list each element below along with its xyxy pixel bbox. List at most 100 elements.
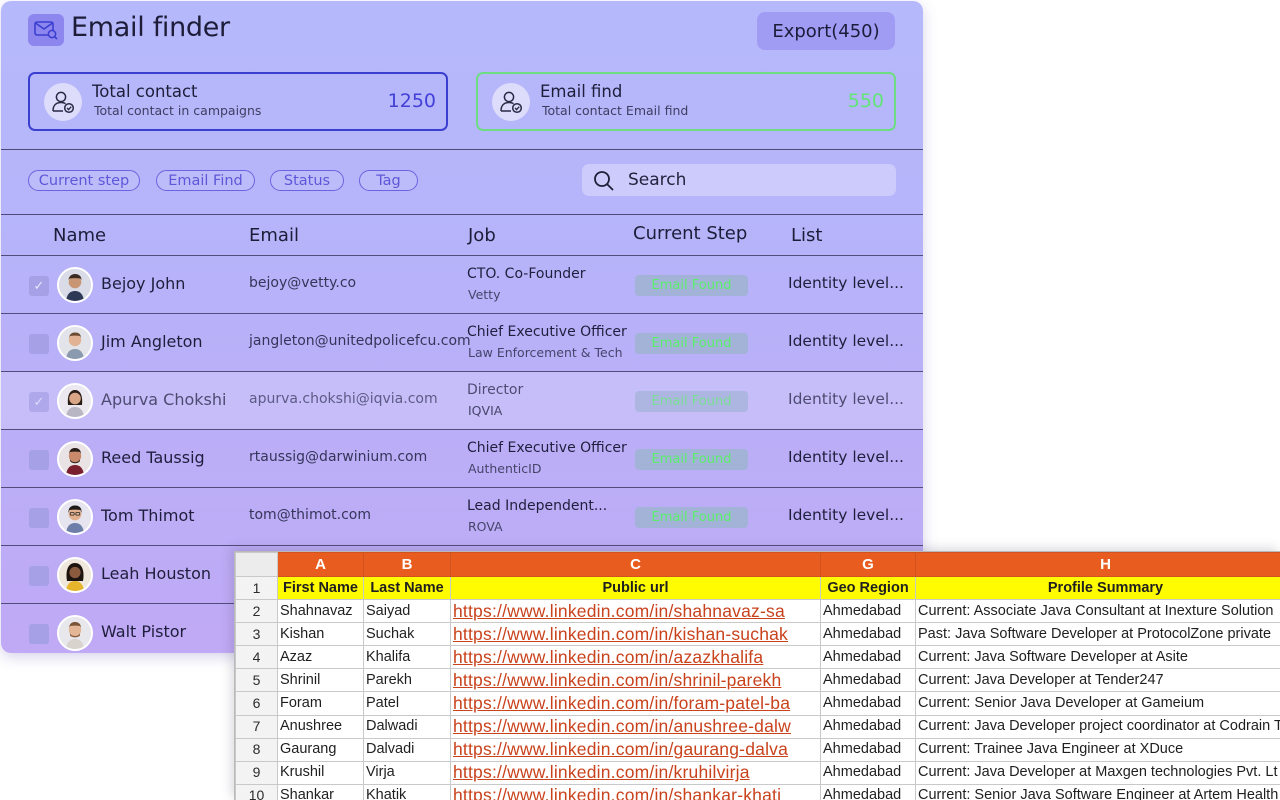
column-header-email[interactable]: Email <box>249 225 299 246</box>
contact-job: Chief Executive Officer <box>467 440 627 456</box>
first-name-cell[interactable]: Foram <box>277 691 364 716</box>
export-button[interactable]: Export(450) <box>757 12 895 50</box>
table-row[interactable]: ✓ Bejoy John bejoy@vetty.co CTO. Co-Foun… <box>1 255 923 313</box>
header-cell[interactable]: Profile Summary <box>915 575 1280 601</box>
column-header-current-step[interactable]: Current Step <box>633 223 747 244</box>
first-name-cell[interactable]: Gaurang <box>277 737 364 762</box>
filter-status[interactable]: Status <box>270 170 344 191</box>
page-title: Email finder <box>71 12 230 43</box>
last-name-cell[interactable]: Virja <box>363 760 451 785</box>
row-number[interactable]: 9 <box>235 760 278 785</box>
user-check-icon <box>492 83 530 121</box>
row-number[interactable]: 6 <box>235 691 278 716</box>
checkbox-icon[interactable] <box>29 624 49 644</box>
geo-cell[interactable]: Ahmedabad <box>820 622 916 647</box>
geo-cell[interactable]: Ahmedabad <box>820 783 916 800</box>
last-name-cell[interactable]: Khalifa <box>363 645 451 670</box>
url-cell[interactable]: https://www.linkedin.com/in/foram-patel-… <box>450 691 821 716</box>
summary-cell[interactable]: Current: Trainee Java Engineer at XDuce <box>915 737 1280 762</box>
last-name-cell[interactable]: Dalvadi <box>363 737 451 762</box>
summary-cell[interactable]: Current: Java Developer at Maxgen techno… <box>915 760 1280 785</box>
url-cell[interactable]: https://www.linkedin.com/in/gaurang-dalv… <box>450 737 821 762</box>
first-name-cell[interactable]: Kishan <box>277 622 364 647</box>
row-number[interactable]: 5 <box>235 668 278 693</box>
avatar <box>57 441 93 477</box>
geo-cell[interactable]: Ahmedabad <box>820 645 916 670</box>
column-letter[interactable]: B <box>363 552 451 577</box>
geo-cell[interactable]: Ahmedabad <box>820 599 916 624</box>
summary-cell[interactable]: Current: Java Software Developer at Asit… <box>915 645 1280 670</box>
column-letter[interactable]: A <box>277 552 364 577</box>
contact-list: Identity level... <box>788 448 904 466</box>
row-number[interactable]: 3 <box>235 622 278 647</box>
geo-cell[interactable]: Ahmedabad <box>820 691 916 716</box>
url-cell[interactable]: https://www.linkedin.com/in/kruhilvirja <box>450 760 821 785</box>
summary-cell[interactable]: Current: Java Developer at Tender247 <box>915 668 1280 693</box>
geo-cell[interactable]: Ahmedabad <box>820 714 916 739</box>
last-name-cell[interactable]: Parekh <box>363 668 451 693</box>
last-name-cell[interactable]: Dalwadi <box>363 714 451 739</box>
header-cell[interactable]: Geo Region <box>820 575 916 601</box>
url-cell[interactable]: https://www.linkedin.com/in/shankar-khat… <box>450 783 821 800</box>
select-all-corner[interactable] <box>235 552 278 577</box>
geo-cell[interactable]: Ahmedabad <box>820 668 916 693</box>
first-name-cell[interactable]: Azaz <box>277 645 364 670</box>
url-cell[interactable]: https://www.linkedin.com/in/kishan-sucha… <box>450 622 821 647</box>
checkbox-icon[interactable] <box>29 334 49 354</box>
contact-list: Identity level... <box>788 332 904 350</box>
row-number[interactable]: 8 <box>235 737 278 762</box>
url-cell[interactable]: https://www.linkedin.com/in/azazkhalifa <box>450 645 821 670</box>
column-header-list[interactable]: List <box>791 225 822 246</box>
checkbox-icon[interactable] <box>29 566 49 586</box>
filter-tag[interactable]: Tag <box>359 170 418 191</box>
summary-cell[interactable]: Current: Senior Java Software Engineer a… <box>915 783 1280 800</box>
column-letter[interactable]: G <box>820 552 916 577</box>
row-number[interactable]: 10 <box>235 783 278 800</box>
url-cell[interactable]: https://www.linkedin.com/in/shahnavaz-sa <box>450 599 821 624</box>
last-name-cell[interactable]: Patel <box>363 691 451 716</box>
search-input[interactable]: Search <box>582 164 896 196</box>
last-name-cell[interactable]: Saiyad <box>363 599 451 624</box>
column-header-job[interactable]: Job <box>468 225 496 246</box>
table-row[interactable]: Reed Taussig rtaussig@darwinium.com Chie… <box>1 429 923 487</box>
filter-current-step[interactable]: Current step <box>28 170 140 191</box>
first-name-cell[interactable]: Shahnavaz <box>277 599 364 624</box>
first-name-cell[interactable]: Shrinil <box>277 668 364 693</box>
filter-email-find[interactable]: Email Find <box>156 170 255 191</box>
url-cell[interactable]: https://www.linkedin.com/in/shrinil-pare… <box>450 668 821 693</box>
summary-cell[interactable]: Current: Java Developer project coordina… <box>915 714 1280 739</box>
column-letter[interactable]: C <box>450 552 821 577</box>
status-badge: Email Found <box>635 333 748 354</box>
column-letter[interactable]: H <box>915 552 1280 577</box>
first-name-cell[interactable]: Shankar <box>277 783 364 800</box>
checkbox-icon[interactable] <box>29 450 49 470</box>
last-name-cell[interactable]: Khatik <box>363 783 451 800</box>
summary-cell[interactable]: Past: Java Software Developer at Protoco… <box>915 622 1280 647</box>
row-number[interactable]: 7 <box>235 714 278 739</box>
row-number[interactable]: 1 <box>235 575 278 601</box>
table-row[interactable]: ✓ Apurva Chokshi apurva.chokshi@iqvia.co… <box>1 371 923 429</box>
contact-company: Law Enforcement & Tech <box>468 345 623 360</box>
geo-cell[interactable]: Ahmedabad <box>820 760 916 785</box>
sheet-row: 8 Gaurang Dalvadi https://www.linkedin.c… <box>235 737 1280 762</box>
column-letter-row: A B C G H <box>235 552 1280 577</box>
last-name-cell[interactable]: Suchak <box>363 622 451 647</box>
header-cell[interactable]: First Name <box>277 575 364 601</box>
checkbox-icon[interactable]: ✓ <box>29 392 49 412</box>
summary-cell[interactable]: Current: Senior Java Developer at Gameiu… <box>915 691 1280 716</box>
summary-cell[interactable]: Current: Associate Java Consultant at In… <box>915 599 1280 624</box>
header-cell[interactable]: Public url <box>450 575 821 601</box>
sheet-row: 5 Shrinil Parekh https://www.linkedin.co… <box>235 668 1280 693</box>
table-row[interactable]: Jim Angleton jangleton@unitedpolicefcu.c… <box>1 313 923 371</box>
column-header-name[interactable]: Name <box>53 225 106 246</box>
checkbox-icon[interactable]: ✓ <box>29 276 49 296</box>
geo-cell[interactable]: Ahmedabad <box>820 737 916 762</box>
header-cell[interactable]: Last Name <box>363 575 451 601</box>
url-cell[interactable]: https://www.linkedin.com/in/anushree-dal… <box>450 714 821 739</box>
first-name-cell[interactable]: Anushree <box>277 714 364 739</box>
first-name-cell[interactable]: Krushil <box>277 760 364 785</box>
row-number[interactable]: 2 <box>235 599 278 624</box>
table-row[interactable]: Tom Thimot tom@thimot.com Lead Independe… <box>1 487 923 545</box>
row-number[interactable]: 4 <box>235 645 278 670</box>
checkbox-icon[interactable] <box>29 508 49 528</box>
